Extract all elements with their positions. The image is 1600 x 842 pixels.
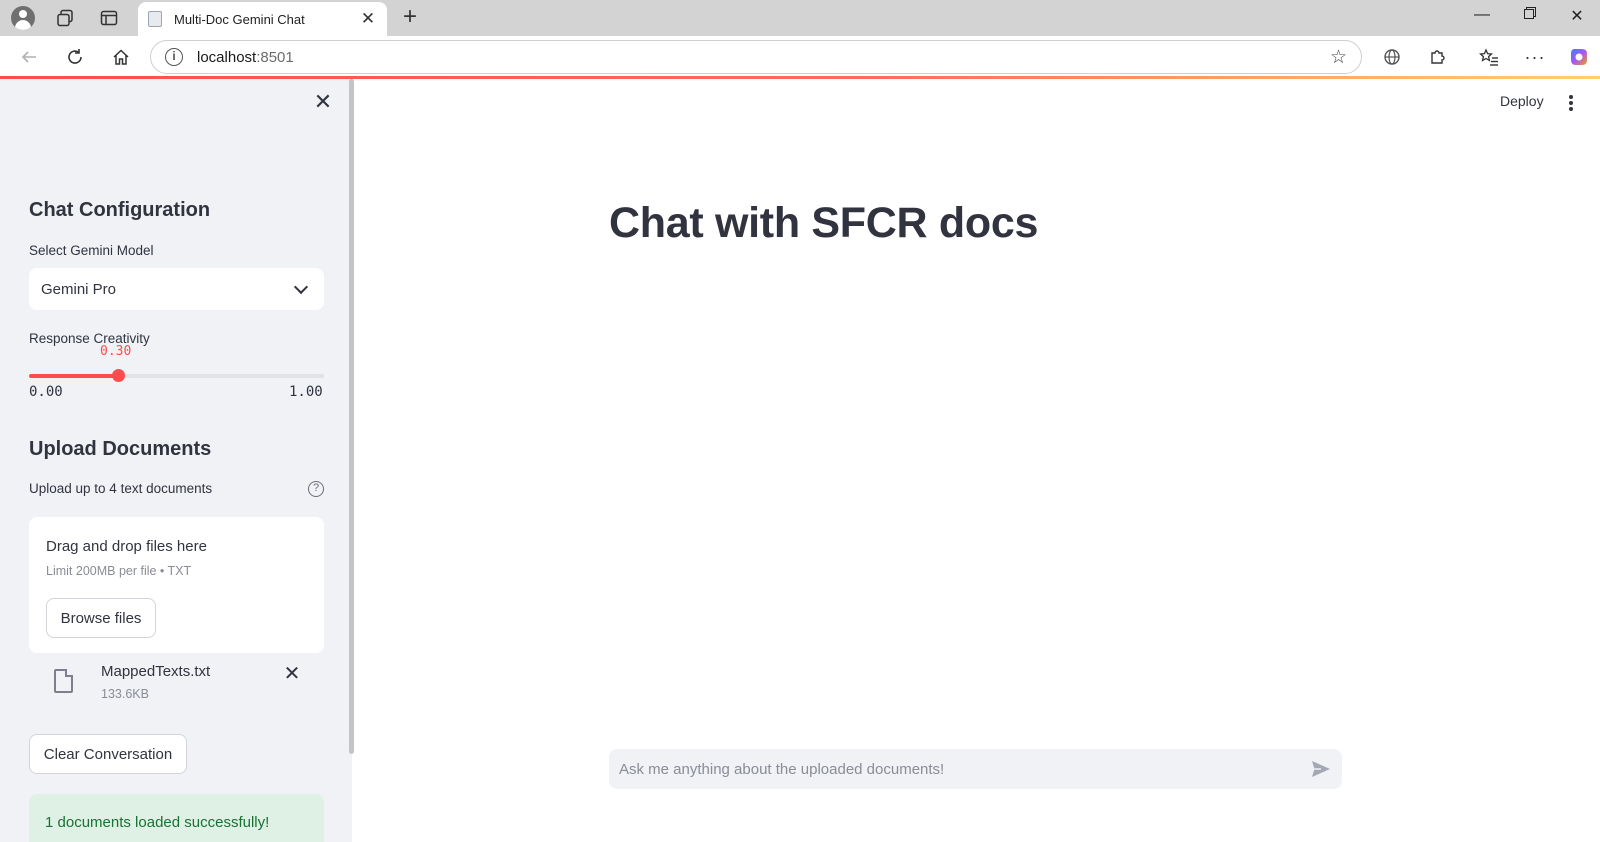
chat-input-container xyxy=(609,749,1342,789)
help-icon[interactable]: ? xyxy=(308,481,324,497)
send-icon[interactable] xyxy=(1310,758,1332,780)
workspaces-icon[interactable] xyxy=(52,5,78,31)
restore-icon[interactable] xyxy=(1518,6,1542,24)
extensions-icon[interactable] xyxy=(1425,44,1451,70)
page-favicon-icon xyxy=(148,11,162,27)
creativity-label: Response Creativity xyxy=(29,331,150,346)
browse-files-button[interactable]: Browse files xyxy=(46,598,156,638)
slider-max-label: 1.00 xyxy=(289,384,323,400)
chat-input[interactable] xyxy=(619,760,1310,778)
new-tab-icon[interactable]: + xyxy=(398,4,422,30)
browser-tab-active[interactable]: Multi-Doc Gemini Chat ✕ xyxy=(138,2,387,36)
close-window-icon[interactable]: ✕ xyxy=(1565,6,1589,26)
uploaded-file-item: MappedTexts.txt 133.6KB ✕ xyxy=(29,663,324,707)
url-host: localhost xyxy=(197,48,257,66)
clear-conversation-button[interactable]: Clear Conversation xyxy=(29,734,187,774)
tab-actions-icon[interactable] xyxy=(96,5,122,31)
browser-tab-bar: Multi-Doc Gemini Chat ✕ + — ✕ xyxy=(0,0,1600,36)
model-select-value: Gemini Pro xyxy=(41,280,117,298)
browser-menu-icon[interactable]: ··· xyxy=(1522,44,1548,70)
sidebar: ✕ Chat Configuration Select Gemini Model… xyxy=(0,79,352,842)
profile-icon[interactable] xyxy=(10,5,36,31)
favorites-list-icon[interactable] xyxy=(1476,44,1502,70)
slider-thumb[interactable] xyxy=(111,369,125,382)
close-sidebar-icon[interactable]: ✕ xyxy=(310,89,336,115)
upload-heading: Upload Documents xyxy=(29,438,212,460)
file-name: MappedTexts.txt xyxy=(101,663,211,680)
file-dropzone[interactable]: Drag and drop files here Limit 200MB per… xyxy=(29,517,324,653)
slider-min-label: 0.00 xyxy=(29,384,63,400)
address-toolbar: i localhost:8501 ☆ ··· xyxy=(0,36,1600,78)
address-bar[interactable]: i localhost:8501 ☆ xyxy=(150,40,1362,74)
upload-label: Upload up to 4 text documents xyxy=(29,481,213,496)
success-alert: 1 documents loaded successfully! xyxy=(29,794,324,842)
url-port: :8501 xyxy=(256,48,294,66)
file-icon xyxy=(54,669,73,693)
model-select[interactable]: Gemini Pro xyxy=(29,268,324,310)
site-info-icon[interactable]: i xyxy=(165,48,183,66)
home-icon[interactable] xyxy=(108,44,134,70)
file-size: 133.6KB xyxy=(101,687,149,701)
remove-file-icon[interactable]: ✕ xyxy=(281,663,303,685)
slider-fill xyxy=(29,374,118,378)
copilot-icon[interactable] xyxy=(1566,44,1592,70)
refresh-icon[interactable] xyxy=(62,44,88,70)
model-select-label: Select Gemini Model xyxy=(29,243,154,258)
translate-globe-icon[interactable] xyxy=(1379,44,1405,70)
slider-current-value: 0.30 xyxy=(100,344,132,359)
back-icon[interactable] xyxy=(16,44,42,70)
page-title: Chat with SFCR docs xyxy=(609,199,1039,247)
dropzone-title: Drag and drop files here xyxy=(46,538,207,555)
favorite-star-icon[interactable]: ☆ xyxy=(1330,46,1347,69)
dropzone-limit: Limit 200MB per file • TXT xyxy=(46,564,192,578)
tab-title: Multi-Doc Gemini Chat xyxy=(174,11,305,27)
sidebar-scrollbar[interactable] xyxy=(349,79,354,754)
deploy-button[interactable]: Deploy xyxy=(1500,93,1544,109)
main-menu-icon[interactable] xyxy=(1568,95,1574,111)
minimize-icon[interactable]: — xyxy=(1470,6,1494,24)
close-tab-icon[interactable]: ✕ xyxy=(359,9,377,29)
config-heading: Chat Configuration xyxy=(29,199,211,221)
chevron-down-icon xyxy=(293,279,309,294)
creativity-slider[interactable] xyxy=(29,369,324,382)
